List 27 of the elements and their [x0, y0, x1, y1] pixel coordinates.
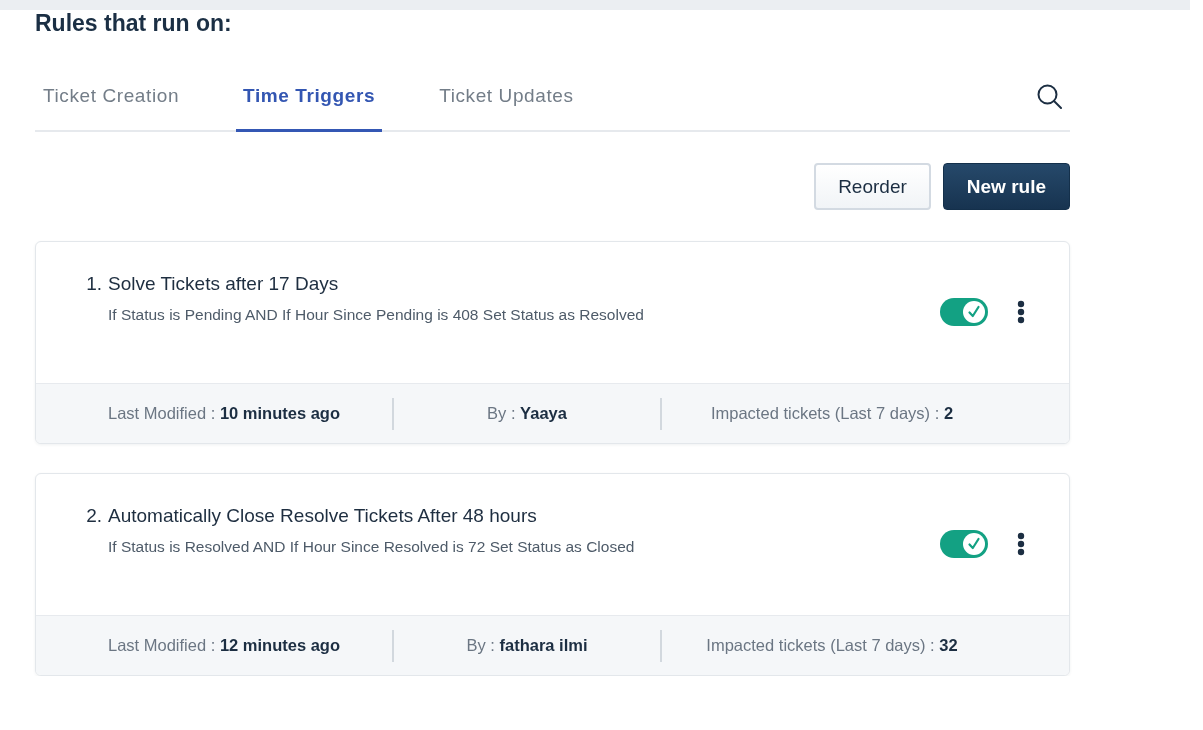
rule-number: 1. [85, 273, 102, 295]
new-rule-button[interactable]: New rule [942, 163, 1070, 210]
rule-title: Automatically Close Resolve Tickets After 48 hours [108, 505, 538, 527]
tab[interactable]: Ticket Creation [36, 62, 187, 132]
impacted-tickets-text: Impacted tickets (Last 7 days) : 32 [705, 636, 959, 655]
kebab-icon [1017, 300, 1025, 324]
author-text: By : Yaaya [486, 404, 568, 423]
rule-description: If Status is Resolved AND If Hour Since Resolved is 72 Set Status as Closed [108, 538, 635, 556]
impacted-tickets-text: Impacted tickets (Last 7 days) : 2 [709, 404, 955, 423]
last-modified-text: Last Modified : 10 minutes ago [108, 404, 342, 423]
rule-description: If Status is Pending AND If Hour Since Pending is 408 Set Status as Resolved [108, 306, 644, 324]
reorder-button[interactable]: Reorder [814, 163, 931, 210]
author-text: By : fathara ilmi [465, 636, 589, 655]
more-options-button[interactable] [1017, 532, 1025, 556]
kebab-icon [1017, 532, 1025, 556]
tab[interactable]: Ticket Updates [432, 62, 581, 132]
toggle-switch[interactable] [940, 298, 988, 326]
page-heading: Rules that run on: [35, 10, 232, 36]
check-icon [963, 533, 985, 555]
check-icon [963, 301, 985, 323]
more-options-button[interactable] [1017, 300, 1025, 324]
tab[interactable]: Time Triggers [236, 62, 383, 132]
rule-title: Solve Tickets after 17 Days [108, 273, 340, 295]
toggle-switch[interactable] [940, 530, 988, 558]
search-icon[interactable] [1037, 83, 1062, 109]
rule-number: 2. [85, 505, 102, 527]
last-modified-text: Last Modified : 12 minutes ago [108, 636, 342, 655]
